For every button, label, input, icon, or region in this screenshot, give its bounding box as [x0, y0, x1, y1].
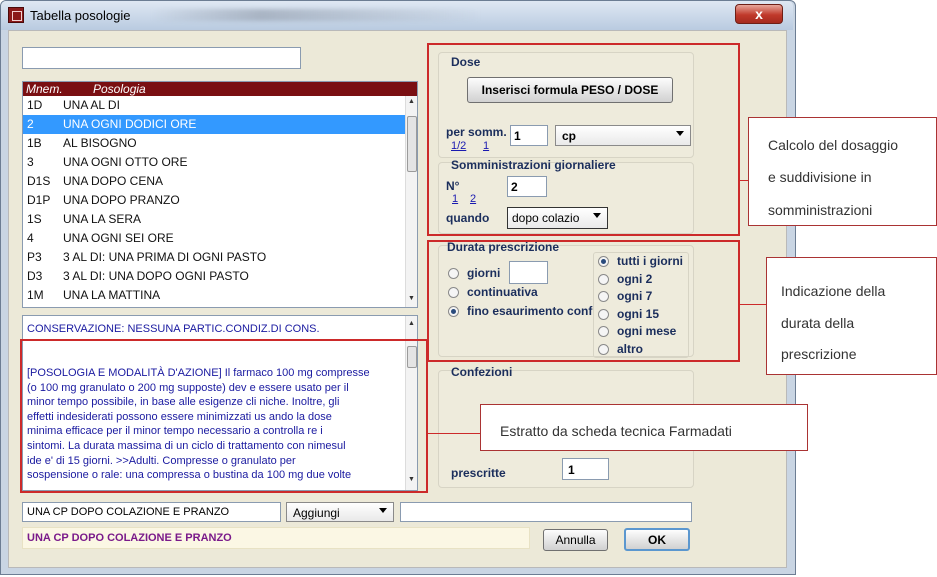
- duration-callout-line-3: prescrizione: [781, 346, 857, 362]
- memo-scroll-up-icon[interactable]: ▲: [407, 320, 416, 327]
- list-item-text: 3 AL DI: UNA PRIMA DI OGNI PASTO: [63, 250, 267, 264]
- posology-summary-field[interactable]: UNA CP DOPO COLAZIONE E PRANZO: [22, 502, 281, 522]
- scrollbar-thumb[interactable]: [407, 116, 417, 172]
- list-item[interactable]: D1P UNA DOPO PRANZO: [23, 191, 409, 210]
- list-item-text: UNA OGNI DODICI ORE: [63, 117, 197, 131]
- window-title: Tabella posologie: [30, 8, 131, 23]
- chevron-down-icon: [379, 508, 387, 513]
- dosage-callout: Calcolo del dosaggio e suddivisione in s…: [748, 117, 937, 226]
- duration-callout: Indicazione della durata della prescrizi…: [766, 257, 937, 375]
- extract-callout: Estratto da scheda tecnica Farmadati: [480, 404, 808, 451]
- list-item-text: 3 AL DI: UNA DOPO OGNI PASTO: [63, 269, 249, 283]
- prescribed-label: prescritte: [451, 466, 506, 480]
- duration-callout-line-2: durata della: [781, 315, 855, 331]
- extract-callout-text: Estratto da scheda tecnica Farmadati: [500, 423, 732, 439]
- list-item-code: D3: [27, 269, 43, 283]
- list-scrollbar[interactable]: ▲ ▼: [405, 96, 417, 307]
- list-header: Mnem. Posologia: [23, 82, 417, 96]
- list-item[interactable]: 1S UNA LA SERA: [23, 210, 409, 229]
- result-posology-text: UNA CP DOPO COLAZIONE E PRANZO: [22, 527, 530, 549]
- dosage-callout-line-1: Calcolo del dosaggio: [768, 137, 898, 153]
- list-item-code: 3: [27, 155, 34, 169]
- list-item[interactable]: 1M UNA LA MATTINA: [23, 286, 409, 305]
- duration-callout-connector: [740, 304, 766, 305]
- list-item-text: UNA DOPO PRANZO: [63, 193, 180, 207]
- close-button[interactable]: x: [735, 4, 783, 24]
- list-item-code: 1D: [27, 98, 43, 112]
- dosage-callout-connector: [740, 180, 748, 181]
- add-combo[interactable]: Aggiungi: [286, 502, 394, 522]
- prescribed-quantity-input[interactable]: 1: [562, 458, 609, 480]
- app-icon: [8, 7, 24, 23]
- list-item[interactable]: D3 3 AL DI: UNA DOPO OGNI PASTO: [23, 267, 409, 286]
- list-item[interactable]: 4 UNA OGNI SEI ORE: [23, 229, 409, 248]
- column-header-mnemonic: Mnem.: [26, 82, 63, 96]
- scroll-down-icon[interactable]: ▼: [407, 295, 416, 302]
- add-combo-value: Aggiungi: [293, 506, 340, 520]
- extract-highlight-box: [20, 339, 428, 493]
- cancel-button[interactable]: Annulla: [543, 529, 608, 551]
- list-item-text: UNA LA SERA: [63, 212, 142, 226]
- dosage-callout-line-2: e suddivisione in: [768, 169, 872, 185]
- duration-callout-line-1: Indicazione della: [781, 283, 886, 299]
- scroll-up-icon[interactable]: ▲: [407, 98, 416, 105]
- list-item[interactable]: 2 UNA OGNI DODICI ORE: [23, 115, 409, 134]
- ok-button[interactable]: OK: [624, 528, 690, 551]
- duration-highlight-box: [427, 240, 740, 362]
- list-item-text: UNA LA MATTINA: [63, 288, 161, 302]
- list-item[interactable]: 3 UNA OGNI OTTO ORE: [23, 153, 409, 172]
- list-item-text: UNA AL DI: [63, 98, 120, 112]
- dosage-list[interactable]: Mnem. Posologia 1D UNA AL DI 2 UNA OGNI DOD…: [22, 81, 418, 308]
- list-item-code: D1S: [27, 174, 51, 188]
- conservation-text: CONSERVAZIONE: NESSUNA PARTIC.CONDIZ.DI …: [27, 323, 320, 335]
- list-item-code: 4: [27, 231, 34, 245]
- dosage-callout-line-3: somministrazioni: [768, 202, 873, 218]
- dosage-highlight-box: [427, 43, 740, 236]
- search-input[interactable]: [22, 47, 301, 69]
- list-item-text: UNA OGNI OTTO ORE: [63, 155, 188, 169]
- list-item-text: UNA DOPO CENA: [63, 174, 164, 188]
- list-item-code: 1S: [27, 212, 42, 226]
- extract-callout-connector: [428, 433, 480, 434]
- list-item-code: D1P: [27, 193, 51, 207]
- packages-title: Confezioni: [451, 365, 513, 379]
- list-item[interactable]: 1B AL BISOGNO: [23, 134, 409, 153]
- list-item-code: P3: [27, 250, 42, 264]
- list-item[interactable]: 1D UNA AL DI: [23, 96, 409, 115]
- column-header-dosage: Posologia: [93, 82, 146, 96]
- list-item[interactable]: P3 3 AL DI: UNA PRIMA DI OGNI PASTO: [23, 248, 409, 267]
- list-item-code: 1B: [27, 136, 42, 150]
- list-item-text: UNA OGNI SEI ORE: [63, 231, 174, 245]
- list-item-code: 1M: [27, 288, 44, 302]
- list-item-text: AL BISOGNO: [63, 136, 137, 150]
- extra-text-field[interactable]: [400, 502, 692, 522]
- list-item[interactable]: D1S UNA DOPO CENA: [23, 172, 409, 191]
- list-item-code: 2: [27, 117, 34, 131]
